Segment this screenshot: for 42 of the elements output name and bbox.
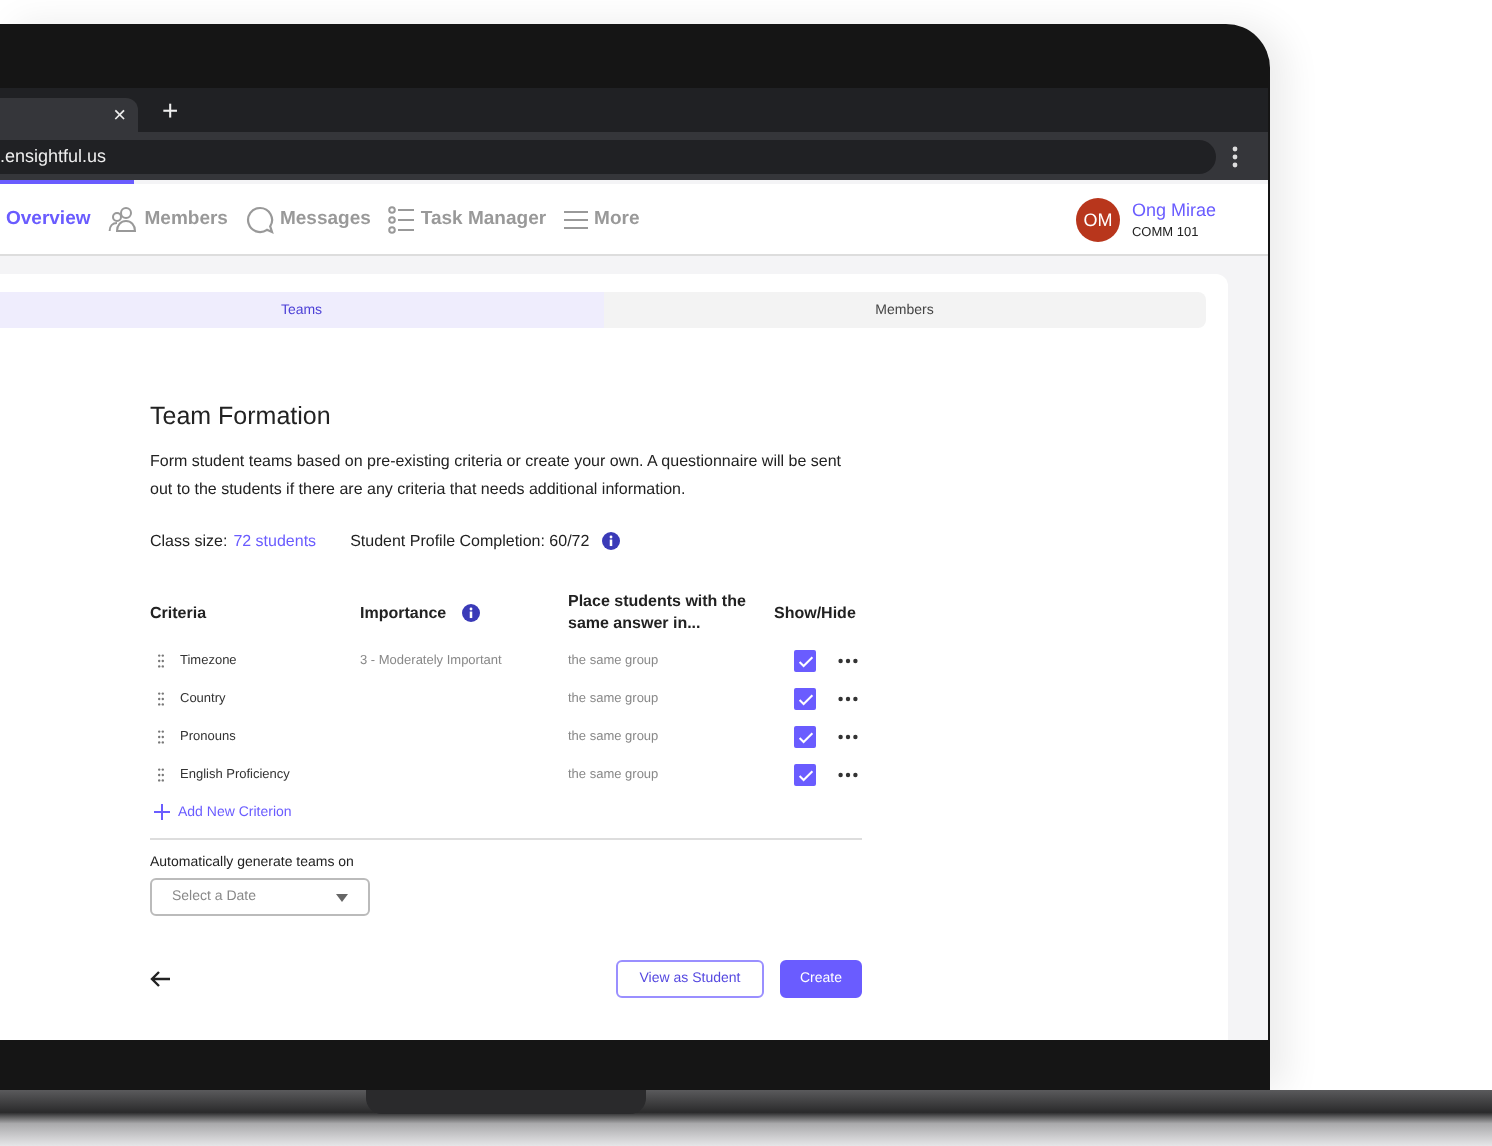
info-icon[interactable] [462,603,481,621]
nav-tab[interactable]: Members [108,206,228,232]
nav-tab[interactable]: More [564,208,640,230]
class-size-link[interactable]: 72 students [233,532,317,550]
more-options-icon[interactable] [838,696,858,702]
tab-close-button[interactable]: × [109,103,130,127]
profile-completion: Student Profile Completion: 60/72 [350,532,590,550]
nav-tab[interactable]: Task Manager [388,205,547,233]
nav-tab[interactable]: Messages [245,205,371,233]
back-arrow-icon[interactable] [150,970,170,988]
drag-handle-icon[interactable] [158,692,164,706]
menu-icon[interactable] [1232,145,1238,167]
description: Form student teams based on pre-existing criteria or create your own. A questionnaire will be sent out to the students if there are any criteria that needs additional information. [150,450,844,502]
column-header: Importance [360,601,447,623]
show-checkbox[interactable] [794,650,816,672]
info-icon[interactable] [601,532,620,550]
chat-bubble-icon [245,205,274,233]
menu-icon [564,209,589,229]
column-header: Show/Hide [774,601,858,625]
drag-handle-icon[interactable] [158,654,164,668]
more-options-icon[interactable] [838,658,858,664]
new-tab-button[interactable]: + [158,94,183,126]
column-header: Place students with the same answer in... [568,590,748,636]
nav-tab[interactable]: Overview [6,208,91,230]
avatar[interactable]: OM [1075,197,1120,241]
drag-handle-icon[interactable] [158,730,164,744]
more-options-icon[interactable] [838,772,858,778]
people-icon [108,206,139,232]
plus-icon [154,804,170,820]
user-name[interactable]: Ong Mirae [1131,199,1216,219]
drag-handle-icon[interactable] [158,768,164,782]
class-size-label: Class size: [150,532,228,550]
form-title: Team Formation [150,402,333,430]
show-checkbox[interactable] [794,688,816,710]
show-checkbox[interactable] [794,726,816,748]
address-bar[interactable]: .ensightful.us [0,139,1216,173]
list-icon [388,205,415,233]
browser-tab[interactable]: × [0,98,138,132]
show-checkbox[interactable] [794,764,816,786]
more-options-icon[interactable] [838,734,858,740]
column-header: Criteria [150,601,209,625]
caret-icon [336,893,348,901]
